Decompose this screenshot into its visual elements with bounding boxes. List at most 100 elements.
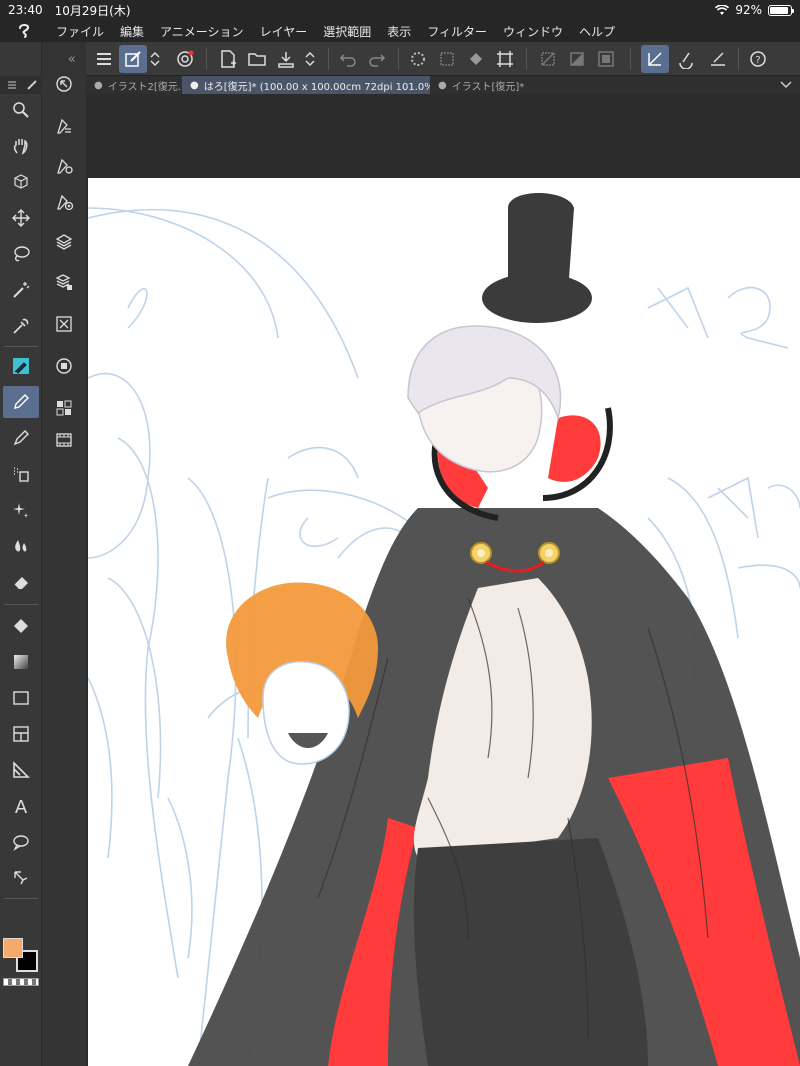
tab-haro[interactable]: ● はろ[復元]* (100.00 x 100.00cm 72dpi 101.0%… [182, 76, 430, 94]
toolbar-separator [398, 48, 399, 70]
blend-icon[interactable] [3, 530, 39, 562]
lasso-icon[interactable] [3, 238, 39, 270]
transform-selection-icon[interactable] [491, 45, 519, 73]
tab-illust2[interactable]: ● イラスト2[復元... [86, 76, 182, 94]
redo-icon[interactable] [363, 45, 391, 73]
toolbar-separator [328, 48, 329, 70]
menu-bar: ファイル 編集 アニメーション レイヤー 選択範囲 表示 フィルター ウィンドウ… [0, 20, 800, 42]
toolbar-separator [526, 48, 527, 70]
navigator-icon[interactable] [50, 70, 78, 98]
decoration-icon[interactable] [3, 494, 39, 526]
shape-icon[interactable] [3, 682, 39, 714]
drawing-canvas[interactable] [88, 178, 800, 1066]
wifi-icon [715, 4, 730, 15]
snap-ruler-icon[interactable] [641, 45, 669, 73]
command-bar: « « ? [0, 42, 800, 76]
open-file-icon[interactable] [243, 45, 271, 73]
timeline-icon[interactable] [50, 426, 78, 454]
airbrush-icon[interactable] [3, 458, 39, 490]
material-icon[interactable] [50, 310, 78, 338]
menu-help[interactable]: ヘルプ [571, 23, 623, 40]
menu-edit[interactable]: 編集 [112, 23, 152, 40]
child-face [262, 661, 350, 765]
menu-animation[interactable]: アニメーション [152, 23, 252, 40]
status-time: 23:40 [8, 3, 43, 17]
tab-label: イラスト[復元]* [451, 81, 525, 93]
save-icon[interactable] [272, 45, 300, 73]
move-icon[interactable] [3, 202, 39, 234]
brush-icon[interactable] [3, 422, 39, 454]
deselect-icon[interactable] [534, 45, 562, 73]
brush-size-icon[interactable] [50, 188, 78, 216]
help-icon[interactable]: ? [744, 45, 772, 73]
color-icon[interactable] [50, 352, 78, 380]
frame-icon[interactable] [3, 718, 39, 750]
battery-percent: 92% [735, 3, 762, 17]
snap-grid-icon[interactable] [704, 45, 732, 73]
transform-icon[interactable] [119, 45, 147, 73]
undo-icon[interactable] [334, 45, 362, 73]
eyedropper-icon[interactable] [3, 310, 39, 342]
app-logo-icon[interactable] [0, 23, 48, 39]
line-correction-icon[interactable] [3, 862, 39, 894]
brush-small-icon [27, 80, 37, 90]
expand-selection-icon[interactable] [592, 45, 620, 73]
tool-property-icon[interactable] [50, 112, 78, 140]
chevron-down-icon[interactable] [772, 81, 800, 89]
tool-palette-header [0, 76, 42, 94]
snap-special-ruler-icon[interactable] [672, 45, 700, 73]
pencil-icon[interactable] [3, 386, 39, 418]
layer-icon[interactable] [50, 228, 78, 256]
chevron-updown-icon[interactable] [145, 45, 165, 73]
chevron-updown-icon[interactable] [300, 45, 320, 73]
new-file-icon[interactable] [214, 45, 242, 73]
menu-layer[interactable]: レイヤー [252, 23, 316, 40]
menu-icon[interactable] [6, 79, 18, 91]
toolbar-separator [206, 48, 207, 70]
hand-icon[interactable] [3, 130, 39, 162]
magic-wand-icon[interactable] [3, 274, 39, 306]
layer-property-icon[interactable] [50, 268, 78, 296]
artwork [88, 193, 800, 1066]
menu-filter[interactable]: フィルター [419, 23, 495, 40]
tool-settings-icon[interactable] [50, 152, 78, 180]
gradient-icon[interactable] [3, 646, 39, 678]
tool-divider [4, 604, 38, 605]
record-icon[interactable] [171, 45, 199, 73]
text-icon[interactable]: A [3, 790, 39, 822]
zoom-icon[interactable] [3, 94, 39, 126]
ios-status-bar: 23:40 10月29日(木) 92% [0, 0, 800, 20]
fill-selection-icon[interactable] [462, 45, 490, 73]
fill-icon[interactable] [3, 610, 39, 642]
invert-selection-icon[interactable] [563, 45, 591, 73]
menu-file[interactable]: ファイル [48, 23, 112, 40]
menu-selection[interactable]: 選択範囲 [315, 23, 379, 40]
svg-text:?: ? [755, 55, 760, 66]
pen-icon[interactable] [3, 350, 39, 382]
collapse-right-button[interactable]: « [68, 52, 76, 67]
eraser-icon[interactable] [3, 566, 39, 598]
sub-palette [42, 76, 86, 1066]
tool-divider [4, 898, 38, 899]
document-tab-bar: ● イラスト2[復元... ● はろ[復元]* (100.00 x 100.00cm… [86, 76, 800, 94]
tab-label: イラスト2[復元... [107, 81, 182, 93]
toolbar-separator [738, 48, 739, 70]
menu-window[interactable]: ウィンドウ [495, 23, 571, 40]
object-icon[interactable] [3, 166, 39, 198]
menu-view[interactable]: 表示 [379, 23, 419, 40]
clear-icon[interactable] [433, 45, 461, 73]
main-color-swatch[interactable] [3, 938, 23, 958]
tool-divider [4, 346, 38, 347]
balloon-icon[interactable] [3, 826, 39, 858]
status-date: 10月29日(木) [54, 3, 131, 18]
battery-icon [768, 4, 794, 16]
transparent-color-swatch[interactable] [3, 978, 39, 986]
sub-view-icon[interactable] [50, 394, 78, 422]
tab-illust[interactable]: ● イラスト[復元]* [430, 76, 540, 94]
hat-crown [508, 193, 574, 301]
loading-icon[interactable] [404, 45, 432, 73]
svg-text:A: A [15, 797, 28, 816]
menu-icon[interactable] [90, 45, 118, 73]
canvas-area[interactable] [86, 94, 800, 1066]
ruler-icon[interactable] [3, 754, 39, 786]
